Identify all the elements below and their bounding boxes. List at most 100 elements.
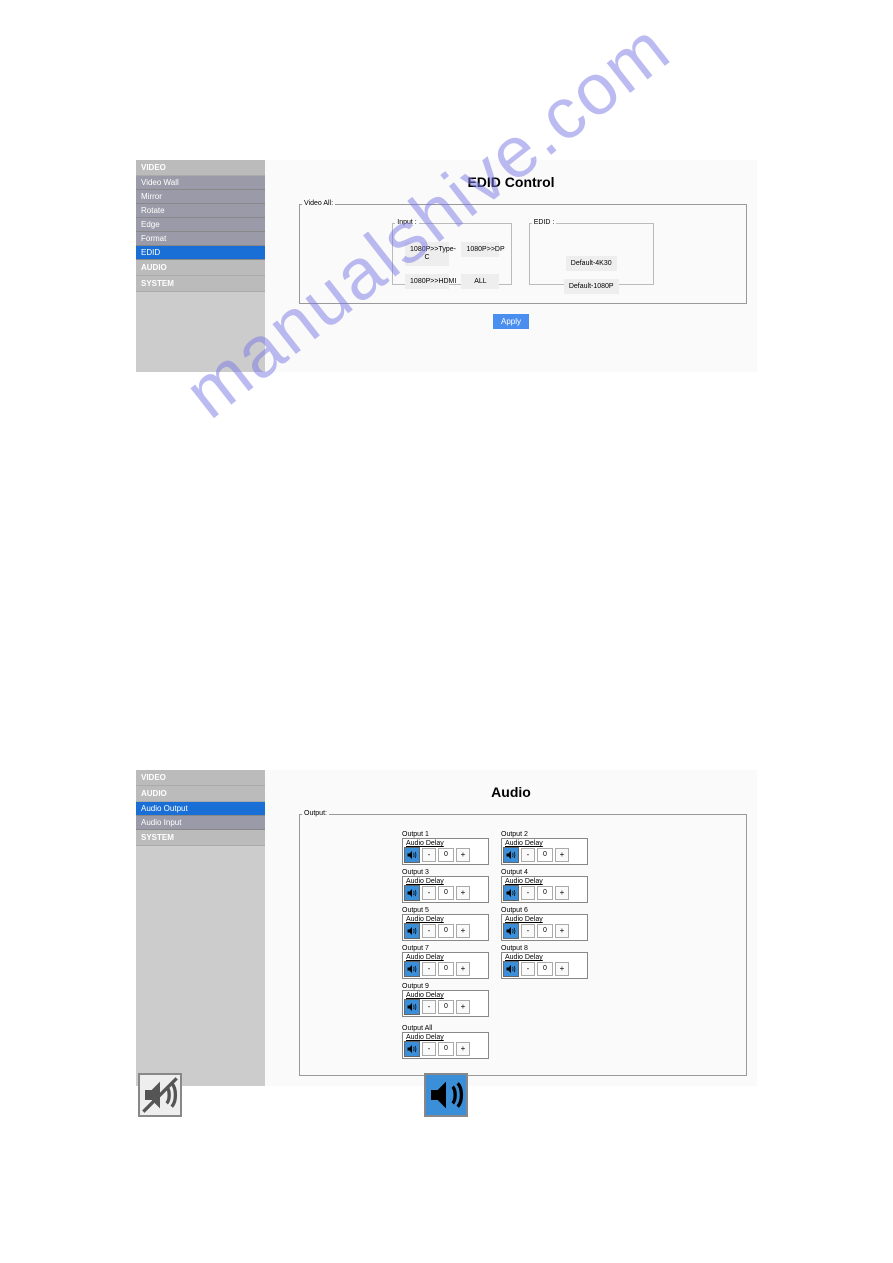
sidebar-item-audio-output[interactable]: Audio Output	[136, 802, 265, 816]
edid-4k30-button[interactable]: Default-4K30	[566, 256, 617, 271]
video-all-legend: Video All:	[302, 200, 335, 207]
sidebar-header-system[interactable]: SYSTEM	[136, 276, 265, 292]
speaker-icon[interactable]	[404, 885, 420, 901]
output-block: Output 2Audio Delay-0+	[501, 831, 588, 865]
audio-screen: VIDEO AUDIO Audio Output Audio Input SYS…	[136, 770, 757, 1086]
delay-value[interactable]: 0	[438, 962, 454, 976]
output-block: Output 8 Audio Delay-0+	[501, 945, 588, 979]
output-label: Output 3	[402, 869, 489, 876]
output-box: Audio Delay-0+	[402, 914, 489, 941]
output-label: Output 6	[501, 907, 588, 914]
output-label: Output 8	[501, 945, 588, 952]
speaker-icon[interactable]	[404, 923, 420, 939]
input-hdmi-button[interactable]: 1080P>>HDMI	[405, 274, 449, 289]
minus-button[interactable]: -	[521, 924, 535, 938]
output-block: Output 4 Audio Delay-0+	[501, 869, 588, 903]
minus-button[interactable]: -	[422, 962, 436, 976]
sidebar-item-edid[interactable]: EDID	[136, 246, 265, 260]
output-label: Output 2	[501, 831, 588, 838]
speaker-icon[interactable]	[503, 923, 519, 939]
audio-delay-label: Audio Delay	[503, 840, 586, 847]
minus-button[interactable]: -	[422, 848, 436, 862]
delay-value[interactable]: 0	[537, 848, 553, 862]
delay-value[interactable]: 0	[438, 886, 454, 900]
page-title: EDID Control	[265, 160, 757, 204]
audio-delay-label: Audio Delay	[503, 954, 586, 961]
plus-button[interactable]: +	[456, 924, 470, 938]
sidebar-header-video[interactable]: VIDEO	[136, 770, 265, 786]
edid-control-screen: VIDEO Video Wall Mirror Rotate Edge Form…	[136, 160, 757, 372]
delay-value[interactable]: 0	[438, 1000, 454, 1014]
audio-delay-label: Audio Delay	[503, 916, 586, 923]
speaker-icon[interactable]	[503, 885, 519, 901]
speaker-icon[interactable]	[404, 847, 420, 863]
plus-button[interactable]: +	[555, 886, 569, 900]
delay-value[interactable]: 0	[537, 886, 553, 900]
sidebar-item-rotate[interactable]: Rotate	[136, 204, 265, 218]
plus-button[interactable]: +	[555, 848, 569, 862]
output-block: Output 1Audio Delay-0+	[402, 831, 489, 865]
plus-button[interactable]: +	[456, 1000, 470, 1014]
minus-button[interactable]: -	[422, 886, 436, 900]
speaker-icon[interactable]	[503, 847, 519, 863]
delay-value[interactable]: 0	[438, 848, 454, 862]
audio-delay-label: Audio Delay	[404, 840, 487, 847]
sidebar-item-video-wall[interactable]: Video Wall	[136, 176, 265, 190]
minus-button[interactable]: -	[422, 924, 436, 938]
audio-delay-label: Audio Delay	[404, 916, 487, 923]
output-block: Output 9 Audio Delay-0+	[402, 983, 489, 1017]
sidebar-item-format[interactable]: Format	[136, 232, 265, 246]
output-label: Output All	[402, 1025, 489, 1032]
output-fieldset: Output: Output 1Audio Delay-0+Output 2Au…	[299, 814, 747, 1076]
output-box: Audio Delay-0+	[501, 838, 588, 865]
output-block: Output AllAudio Delay-0+	[402, 1025, 489, 1059]
sidebar-header-audio[interactable]: AUDIO	[136, 260, 265, 276]
delay-value[interactable]: 0	[537, 962, 553, 976]
input-all-button[interactable]: ALL	[461, 274, 499, 289]
speaker-muted-icon	[138, 1073, 182, 1117]
input-typec-button[interactable]: 1080P>>Type-C	[405, 242, 449, 266]
output-label: Output 4	[501, 869, 588, 876]
edid-legend: EDID :	[532, 219, 557, 226]
minus-button[interactable]: -	[422, 1042, 436, 1056]
speaker-icon[interactable]	[404, 961, 420, 977]
minus-button[interactable]: -	[422, 1000, 436, 1014]
input-dp-button[interactable]: 1080P>>DP	[461, 242, 499, 257]
speaker-icon[interactable]	[404, 1041, 420, 1057]
sidebar-item-audio-input[interactable]: Audio Input	[136, 816, 265, 830]
output-box: Audio Delay-0+	[402, 838, 489, 865]
apply-button[interactable]: Apply	[493, 314, 529, 329]
output-label: Output 9	[402, 983, 489, 990]
plus-button[interactable]: +	[456, 962, 470, 976]
minus-button[interactable]: -	[521, 886, 535, 900]
delay-value[interactable]: 0	[438, 1042, 454, 1056]
output-block: Output 5Audio Delay-0+	[402, 907, 489, 941]
sidebar-header-system[interactable]: SYSTEM	[136, 830, 265, 846]
sidebar-item-mirror[interactable]: Mirror	[136, 190, 265, 204]
output-box: Audio Delay-0+	[402, 1032, 489, 1059]
sidebar-header-audio[interactable]: AUDIO	[136, 786, 265, 802]
output-block: Output 7Audio Delay-0+	[402, 945, 489, 979]
speaker-icon[interactable]	[503, 961, 519, 977]
audio-delay-label: Audio Delay	[404, 1034, 487, 1041]
audio-delay-label: Audio Delay	[503, 878, 586, 885]
minus-button[interactable]: -	[521, 848, 535, 862]
delay-value[interactable]: 0	[438, 924, 454, 938]
plus-button[interactable]: +	[555, 924, 569, 938]
plus-button[interactable]: +	[456, 886, 470, 900]
input-group: Input : 1080P>>Type-C 1080P>>DP 1080P>>H…	[392, 223, 512, 285]
minus-button[interactable]: -	[521, 962, 535, 976]
plus-button[interactable]: +	[456, 1042, 470, 1056]
sidebar-item-edge[interactable]: Edge	[136, 218, 265, 232]
speaker-icon[interactable]	[404, 999, 420, 1015]
audio-delay-label: Audio Delay	[404, 878, 487, 885]
plus-button[interactable]: +	[555, 962, 569, 976]
edid-1080p-button[interactable]: Default-1080P	[564, 279, 619, 294]
audio-delay-label: Audio Delay	[404, 992, 487, 999]
output-box: Audio Delay-0+	[402, 876, 489, 903]
sidebar: VIDEO Video Wall Mirror Rotate Edge Form…	[136, 160, 265, 372]
plus-button[interactable]: +	[456, 848, 470, 862]
sidebar-header-video[interactable]: VIDEO	[136, 160, 265, 176]
speaker-on-icon	[424, 1073, 468, 1117]
delay-value[interactable]: 0	[537, 924, 553, 938]
